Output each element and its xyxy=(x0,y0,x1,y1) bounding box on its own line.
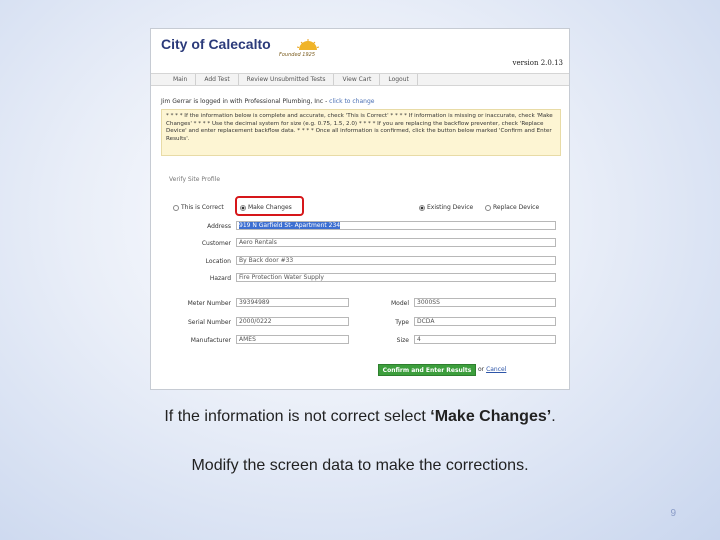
cancel-area: or Cancel xyxy=(478,366,506,373)
page-number: 9 xyxy=(670,508,676,519)
founded-text: Founded 1925 xyxy=(279,52,316,58)
caption-line-1-end: . xyxy=(551,408,556,425)
top-nav: Main Add Test Review Unsubmitted Tests V… xyxy=(151,73,569,86)
size-field[interactable]: 4 xyxy=(414,335,556,344)
address-value: 919 N Garfield St- Apartment 234 xyxy=(239,222,341,229)
address-field[interactable]: 919 N Garfield St- Apartment 234 xyxy=(236,221,556,230)
serial-number-field[interactable]: 2000/0222 xyxy=(236,317,349,326)
radio-label: Existing Device xyxy=(427,204,474,211)
manufacturer-label: Manufacturer xyxy=(190,337,231,344)
radio-selected-icon xyxy=(419,204,425,211)
radio-icon xyxy=(485,204,491,211)
caption-line-2: Modify the screen data to make the corre… xyxy=(191,457,529,474)
type-label: Type xyxy=(395,319,409,326)
hazard-field[interactable]: Fire Protection Water Supply xyxy=(236,273,556,282)
replace-device-radio[interactable]: Replace Device xyxy=(485,204,539,211)
login-text: Jim Gerrar is logged in with Professiona… xyxy=(161,98,330,105)
location-label: Location xyxy=(205,258,231,265)
caption-line-1-start: If the information is not correct select xyxy=(164,408,431,425)
nav-view-cart[interactable]: View Cart xyxy=(334,74,381,85)
location-field[interactable]: By Back door #33 xyxy=(236,256,556,265)
model-field[interactable]: 3000SS xyxy=(414,298,556,307)
model-label: Model xyxy=(390,300,409,307)
customer-field[interactable]: Aero Rentals xyxy=(236,238,556,247)
serial-number-label: Serial Number xyxy=(188,319,231,326)
this-is-correct-radio[interactable]: This is Correct xyxy=(173,204,224,211)
existing-device-radio[interactable]: Existing Device xyxy=(419,204,473,211)
version-label: version 2.0.13 xyxy=(512,59,564,67)
section-title: Verify Site Profile xyxy=(169,176,221,183)
confirm-button[interactable]: Confirm and Enter Results xyxy=(378,364,476,376)
nav-add-test[interactable]: Add Test xyxy=(196,74,239,85)
hazard-label: Hazard xyxy=(209,275,231,282)
type-field[interactable]: DCDA xyxy=(414,317,556,326)
nav-main[interactable]: Main xyxy=(151,74,197,85)
app-screenshot: City of Calecalto Founded 1925 version 2… xyxy=(150,28,570,390)
sun-logo-icon xyxy=(297,39,319,50)
meter-number-field[interactable]: 39394989 xyxy=(236,298,349,307)
size-label: Size xyxy=(396,337,409,344)
login-status: Jim Gerrar is logged in with Professiona… xyxy=(161,98,374,105)
radio-icon xyxy=(173,204,179,211)
caption-line-1: If the information is not correct select… xyxy=(0,408,720,426)
nav-review-tests[interactable]: Review Unsubmitted Tests xyxy=(239,74,335,85)
nav-logout[interactable]: Logout xyxy=(380,74,418,85)
radio-label: This is Correct xyxy=(181,204,224,211)
change-login-link[interactable]: click to change xyxy=(329,98,374,105)
caption-line-1-bold: ‘Make Changes’ xyxy=(430,408,552,425)
instructions-note: * * * * If the information below is comp… xyxy=(161,109,561,156)
manufacturer-field[interactable]: AMES xyxy=(236,335,349,344)
app-logo: City of Calecalto xyxy=(161,36,271,52)
cancel-link[interactable]: Cancel xyxy=(486,366,506,373)
radio-label: Replace Device xyxy=(493,204,540,211)
or-text: or xyxy=(478,366,485,373)
make-changes-highlight xyxy=(235,196,304,216)
customer-label: Customer xyxy=(201,240,231,247)
address-label: Address xyxy=(207,223,231,230)
meter-number-label: Meter Number xyxy=(187,300,231,307)
